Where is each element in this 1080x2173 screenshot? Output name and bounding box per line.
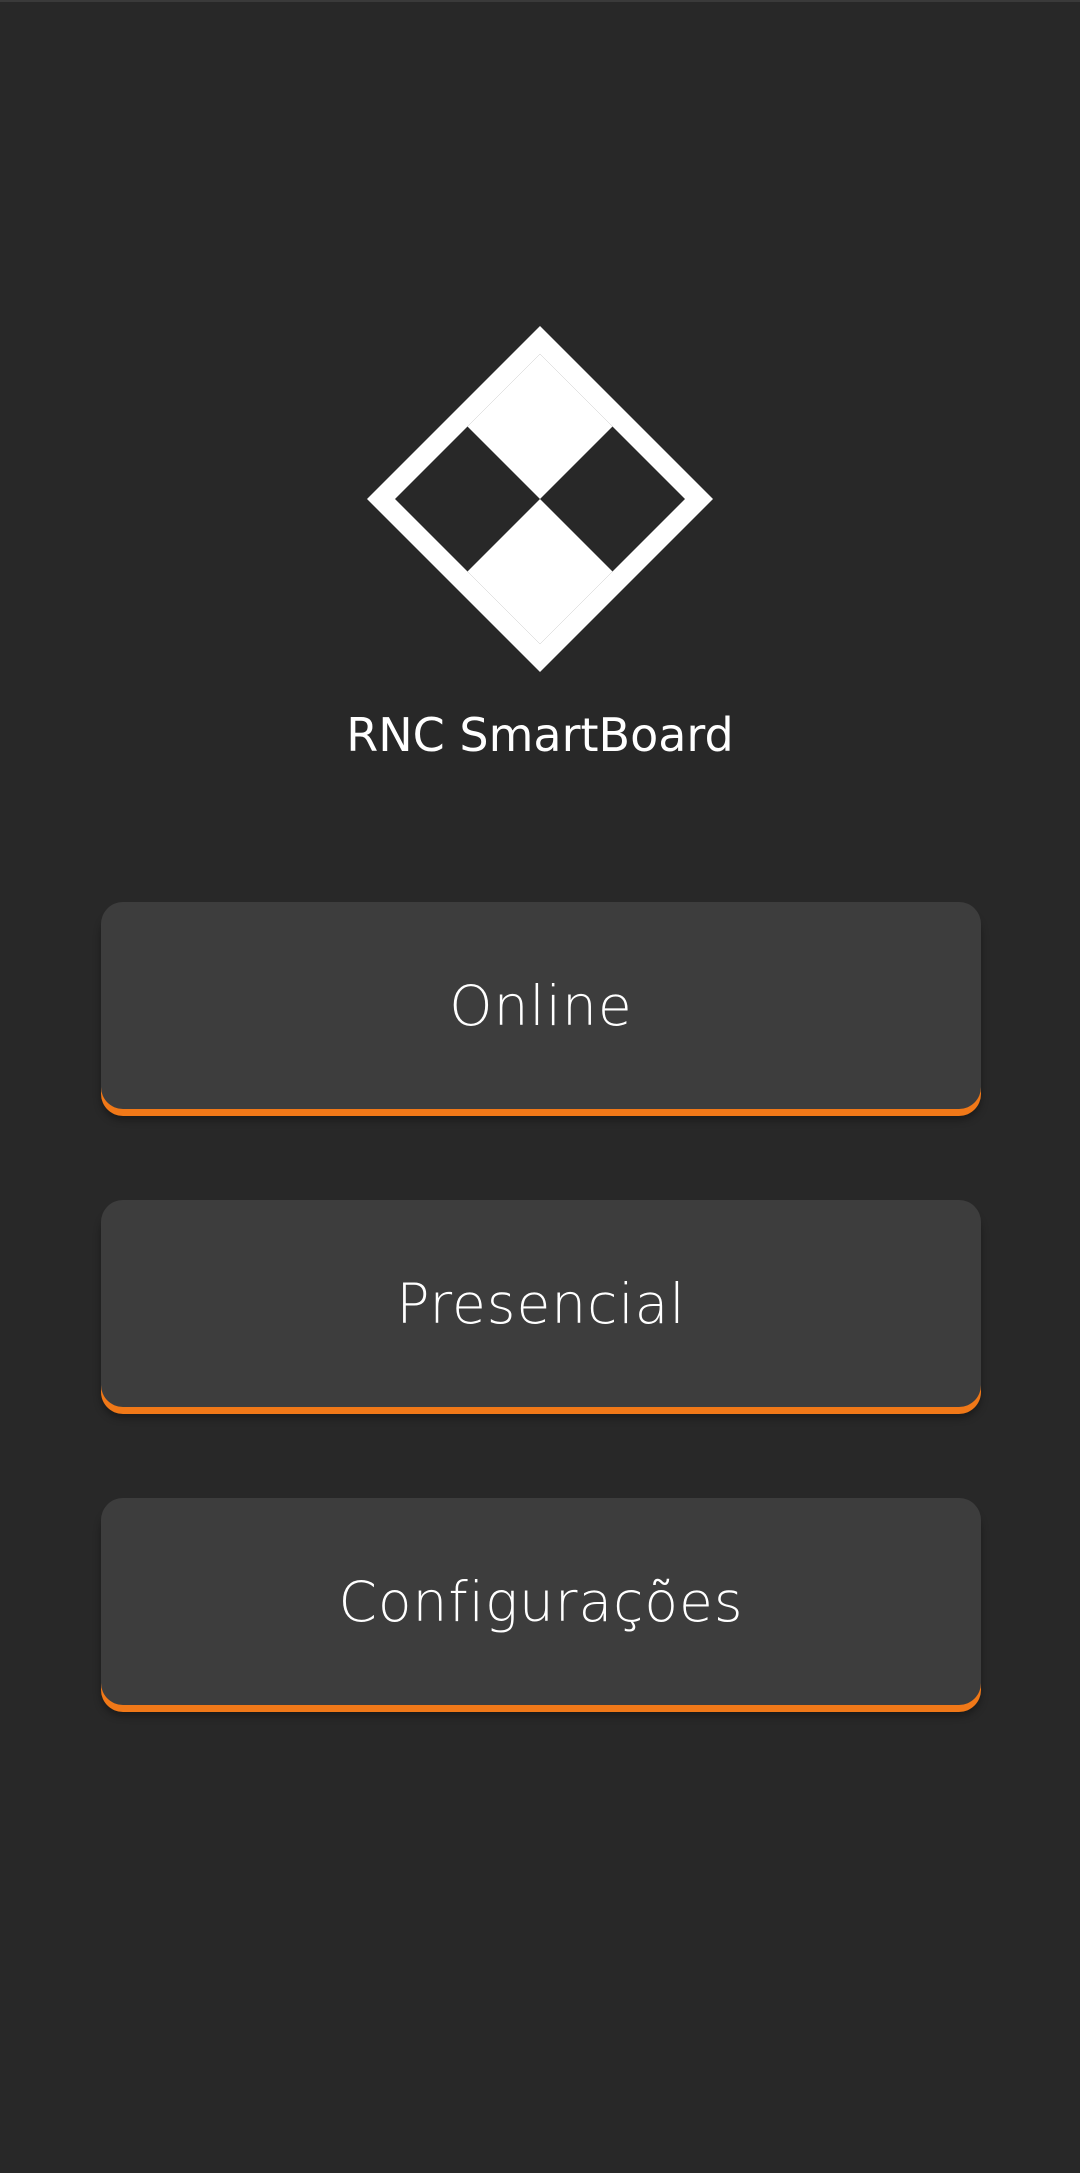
online-button-label: Online bbox=[449, 973, 633, 1038]
online-button[interactable]: Online bbox=[101, 902, 981, 1109]
presencial-button[interactable]: Presencial bbox=[101, 1200, 981, 1407]
presencial-button-label: Presencial bbox=[396, 1271, 686, 1336]
status-bar-divider bbox=[0, 0, 1080, 2]
settings-button-label: Configurações bbox=[338, 1569, 744, 1634]
settings-button[interactable]: Configurações bbox=[101, 1498, 981, 1705]
app-title: RNC SmartBoard bbox=[346, 708, 734, 762]
diamond-logo-icon bbox=[367, 326, 713, 672]
